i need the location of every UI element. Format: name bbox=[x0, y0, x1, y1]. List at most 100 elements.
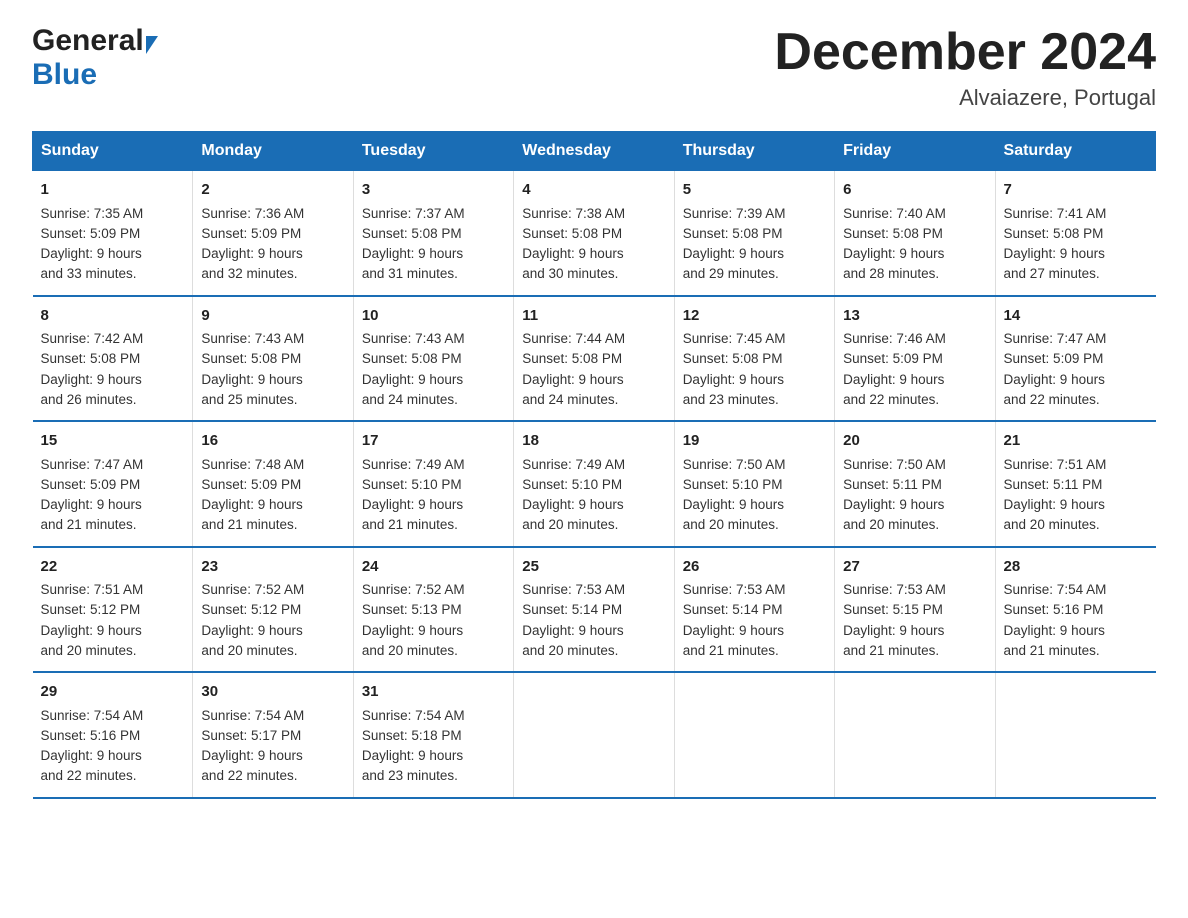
day-daylight-cont: and 33 minutes. bbox=[41, 266, 137, 281]
day-daylight-cont: and 24 minutes. bbox=[362, 392, 458, 407]
day-number: 19 bbox=[683, 430, 826, 453]
day-daylight-cont: and 20 minutes. bbox=[1004, 517, 1100, 532]
day-sunset: Sunset: 5:09 PM bbox=[41, 477, 141, 492]
day-sunrise: Sunrise: 7:45 AM bbox=[683, 331, 786, 346]
col-friday: Friday bbox=[835, 132, 995, 171]
calendar-week-row: 29 Sunrise: 7:54 AM Sunset: 5:16 PM Dayl… bbox=[33, 672, 1156, 798]
day-number: 17 bbox=[362, 430, 505, 453]
table-row: 25 Sunrise: 7:53 AM Sunset: 5:14 PM Dayl… bbox=[514, 547, 674, 673]
day-sunset: Sunset: 5:08 PM bbox=[362, 351, 462, 366]
day-sunrise: Sunrise: 7:35 AM bbox=[41, 206, 144, 221]
day-sunrise: Sunrise: 7:40 AM bbox=[843, 206, 946, 221]
day-daylight-cont: and 20 minutes. bbox=[683, 517, 779, 532]
day-daylight-cont: and 21 minutes. bbox=[362, 517, 458, 532]
day-daylight-cont: and 21 minutes. bbox=[843, 643, 939, 658]
table-row: 17 Sunrise: 7:49 AM Sunset: 5:10 PM Dayl… bbox=[353, 421, 513, 547]
logo-blue-text: Blue bbox=[32, 58, 97, 91]
day-sunset: Sunset: 5:09 PM bbox=[201, 477, 301, 492]
calendar-week-row: 22 Sunrise: 7:51 AM Sunset: 5:12 PM Dayl… bbox=[33, 547, 1156, 673]
day-sunset: Sunset: 5:08 PM bbox=[522, 351, 622, 366]
day-daylight: Daylight: 9 hours bbox=[201, 246, 302, 261]
col-sunday: Sunday bbox=[33, 132, 193, 171]
table-row: 16 Sunrise: 7:48 AM Sunset: 5:09 PM Dayl… bbox=[193, 421, 353, 547]
day-number: 28 bbox=[1004, 556, 1148, 579]
day-number: 4 bbox=[522, 179, 665, 202]
day-daylight-cont: and 21 minutes. bbox=[1004, 643, 1100, 658]
table-row: 7 Sunrise: 7:41 AM Sunset: 5:08 PM Dayli… bbox=[995, 171, 1155, 296]
table-row: 24 Sunrise: 7:52 AM Sunset: 5:13 PM Dayl… bbox=[353, 547, 513, 673]
day-daylight-cont: and 23 minutes. bbox=[683, 392, 779, 407]
day-sunrise: Sunrise: 7:46 AM bbox=[843, 331, 946, 346]
day-sunrise: Sunrise: 7:49 AM bbox=[522, 457, 625, 472]
day-sunrise: Sunrise: 7:43 AM bbox=[362, 331, 465, 346]
day-sunrise: Sunrise: 7:39 AM bbox=[683, 206, 786, 221]
day-number: 3 bbox=[362, 179, 505, 202]
day-number: 2 bbox=[201, 179, 344, 202]
day-daylight-cont: and 22 minutes. bbox=[41, 768, 137, 783]
day-daylight: Daylight: 9 hours bbox=[362, 623, 463, 638]
day-daylight: Daylight: 9 hours bbox=[41, 748, 142, 763]
day-sunrise: Sunrise: 7:37 AM bbox=[362, 206, 465, 221]
logo: General Blue bbox=[32, 24, 158, 92]
day-sunset: Sunset: 5:18 PM bbox=[362, 728, 462, 743]
day-daylight-cont: and 26 minutes. bbox=[41, 392, 137, 407]
day-sunrise: Sunrise: 7:48 AM bbox=[201, 457, 304, 472]
day-daylight: Daylight: 9 hours bbox=[41, 246, 142, 261]
day-sunset: Sunset: 5:15 PM bbox=[843, 602, 943, 617]
day-daylight: Daylight: 9 hours bbox=[683, 246, 784, 261]
day-daylight-cont: and 23 minutes. bbox=[362, 768, 458, 783]
day-sunrise: Sunrise: 7:53 AM bbox=[843, 582, 946, 597]
day-sunset: Sunset: 5:11 PM bbox=[1004, 477, 1103, 492]
table-row: 1 Sunrise: 7:35 AM Sunset: 5:09 PM Dayli… bbox=[33, 171, 193, 296]
day-sunrise: Sunrise: 7:42 AM bbox=[41, 331, 144, 346]
day-daylight: Daylight: 9 hours bbox=[522, 372, 623, 387]
day-daylight-cont: and 30 minutes. bbox=[522, 266, 618, 281]
day-sunrise: Sunrise: 7:50 AM bbox=[683, 457, 786, 472]
day-sunrise: Sunrise: 7:52 AM bbox=[201, 582, 304, 597]
day-number: 22 bbox=[41, 556, 185, 579]
table-row: 8 Sunrise: 7:42 AM Sunset: 5:08 PM Dayli… bbox=[33, 296, 193, 422]
col-tuesday: Tuesday bbox=[353, 132, 513, 171]
logo-triangle-icon bbox=[146, 36, 158, 54]
calendar-body: 1 Sunrise: 7:35 AM Sunset: 5:09 PM Dayli… bbox=[33, 171, 1156, 798]
day-sunset: Sunset: 5:08 PM bbox=[522, 226, 622, 241]
table-row: 21 Sunrise: 7:51 AM Sunset: 5:11 PM Dayl… bbox=[995, 421, 1155, 547]
table-row: 6 Sunrise: 7:40 AM Sunset: 5:08 PM Dayli… bbox=[835, 171, 995, 296]
day-daylight: Daylight: 9 hours bbox=[843, 246, 944, 261]
day-sunrise: Sunrise: 7:36 AM bbox=[201, 206, 304, 221]
day-sunrise: Sunrise: 7:51 AM bbox=[1004, 457, 1107, 472]
day-daylight: Daylight: 9 hours bbox=[1004, 246, 1105, 261]
col-saturday: Saturday bbox=[995, 132, 1155, 171]
day-daylight: Daylight: 9 hours bbox=[522, 497, 623, 512]
day-number: 24 bbox=[362, 556, 505, 579]
day-sunset: Sunset: 5:09 PM bbox=[1004, 351, 1104, 366]
day-daylight-cont: and 28 minutes. bbox=[843, 266, 939, 281]
day-sunrise: Sunrise: 7:38 AM bbox=[522, 206, 625, 221]
day-sunrise: Sunrise: 7:51 AM bbox=[41, 582, 144, 597]
day-daylight: Daylight: 9 hours bbox=[201, 748, 302, 763]
day-number: 27 bbox=[843, 556, 986, 579]
calendar-week-row: 8 Sunrise: 7:42 AM Sunset: 5:08 PM Dayli… bbox=[33, 296, 1156, 422]
day-sunset: Sunset: 5:16 PM bbox=[41, 728, 141, 743]
month-year-title: December 2024 bbox=[774, 24, 1156, 81]
day-sunrise: Sunrise: 7:41 AM bbox=[1004, 206, 1107, 221]
day-number: 25 bbox=[522, 556, 665, 579]
table-row: 10 Sunrise: 7:43 AM Sunset: 5:08 PM Dayl… bbox=[353, 296, 513, 422]
table-row: 11 Sunrise: 7:44 AM Sunset: 5:08 PM Dayl… bbox=[514, 296, 674, 422]
day-sunset: Sunset: 5:16 PM bbox=[1004, 602, 1104, 617]
day-sunset: Sunset: 5:08 PM bbox=[843, 226, 943, 241]
day-number: 21 bbox=[1004, 430, 1148, 453]
day-daylight-cont: and 29 minutes. bbox=[683, 266, 779, 281]
day-sunset: Sunset: 5:08 PM bbox=[683, 226, 783, 241]
table-row bbox=[514, 672, 674, 798]
day-number: 15 bbox=[41, 430, 185, 453]
day-daylight: Daylight: 9 hours bbox=[201, 372, 302, 387]
day-daylight-cont: and 20 minutes. bbox=[843, 517, 939, 532]
day-daylight: Daylight: 9 hours bbox=[1004, 372, 1105, 387]
day-daylight: Daylight: 9 hours bbox=[201, 497, 302, 512]
day-number: 5 bbox=[683, 179, 826, 202]
day-daylight: Daylight: 9 hours bbox=[362, 246, 463, 261]
day-sunset: Sunset: 5:08 PM bbox=[201, 351, 301, 366]
day-number: 10 bbox=[362, 305, 505, 328]
day-daylight: Daylight: 9 hours bbox=[41, 372, 142, 387]
